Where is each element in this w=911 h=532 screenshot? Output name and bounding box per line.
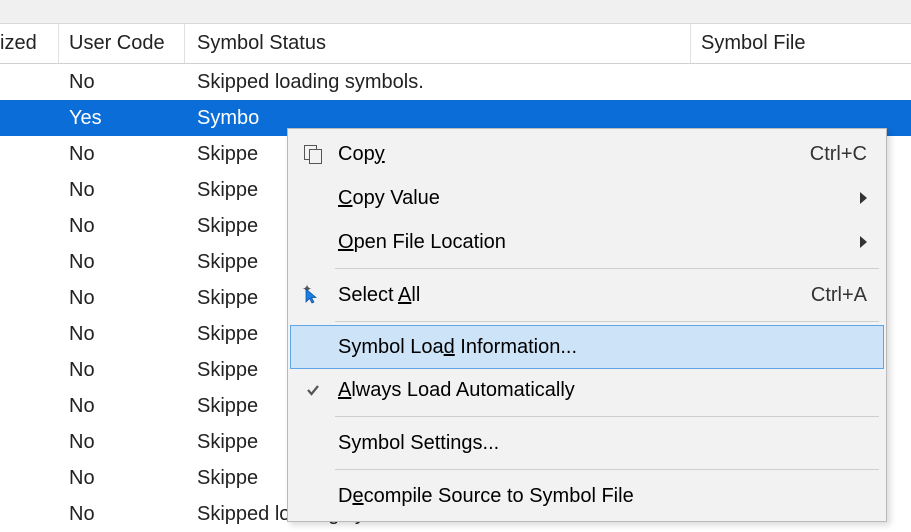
- menu-item-copy[interactable]: Copy Ctrl+C: [291, 132, 883, 176]
- cell-user-code: Yes: [59, 107, 185, 130]
- cell-user-code: No: [59, 395, 185, 418]
- chevron-right-icon: [860, 236, 867, 248]
- cell-user-code: No: [59, 251, 185, 274]
- menu-item-open-file-location[interactable]: Open File Location: [291, 220, 883, 264]
- table-row[interactable]: NoSkipped loading symbols.: [0, 64, 911, 100]
- cell-user-code: No: [59, 179, 185, 202]
- column-header-label: User Code: [69, 32, 165, 55]
- menu-separator: [335, 469, 879, 470]
- cell-user-code: No: [59, 287, 185, 310]
- menu-item-symbol-settings[interactable]: Symbol Settings...: [291, 421, 883, 465]
- menu-label: Always Load Automatically: [332, 379, 873, 402]
- menu-item-decompile-source[interactable]: Decompile Source to Symbol File: [291, 474, 883, 518]
- menu-separator: [335, 416, 879, 417]
- cell-user-code: No: [59, 467, 185, 490]
- copy-icon: [294, 145, 332, 163]
- cell-symbol-status: Skipped loading symbols.: [185, 71, 691, 94]
- cell-symbol-status: Symbo: [185, 107, 691, 130]
- menu-label: Symbol Load Information...: [332, 336, 873, 359]
- column-header-symbol-status[interactable]: Symbol Status: [185, 24, 691, 63]
- menu-label: Copy: [332, 143, 810, 166]
- cell-user-code: No: [59, 431, 185, 454]
- cell-user-code: No: [59, 503, 185, 526]
- cursor-icon: ✦: [294, 285, 332, 305]
- cell-user-code: No: [59, 143, 185, 166]
- check-icon: [294, 381, 332, 399]
- column-header-label: Symbol Status: [197, 32, 326, 55]
- column-header-ized[interactable]: ized: [0, 24, 59, 63]
- menu-label: Symbol Settings...: [332, 432, 873, 455]
- menu-item-symbol-load-information[interactable]: Symbol Load Information...: [290, 325, 884, 369]
- cell-user-code: No: [59, 323, 185, 346]
- cell-user-code: No: [59, 71, 185, 94]
- menu-label: Select All: [332, 284, 811, 307]
- chevron-right-icon: [860, 192, 867, 204]
- menu-shortcut: Ctrl+C: [810, 143, 873, 166]
- menu-label: Decompile Source to Symbol File: [332, 485, 873, 508]
- menu-separator: [335, 321, 879, 322]
- menu-label: Copy Value: [332, 187, 860, 210]
- top-band: [0, 0, 911, 24]
- menu-item-always-load-automatically[interactable]: Always Load Automatically: [291, 368, 883, 412]
- menu-separator: [335, 268, 879, 269]
- menu-item-copy-value[interactable]: Copy Value: [291, 176, 883, 220]
- menu-item-select-all[interactable]: ✦ Select All Ctrl+A: [291, 273, 883, 317]
- cell-user-code: No: [59, 215, 185, 238]
- column-header-user-code[interactable]: User Code: [59, 24, 185, 63]
- column-header-label: ized: [0, 32, 37, 55]
- table-header: ized User Code Symbol Status Symbol File: [0, 24, 911, 64]
- column-header-label: Symbol File: [701, 32, 805, 55]
- menu-label: Open File Location: [332, 231, 860, 254]
- column-header-symbol-file[interactable]: Symbol File: [691, 24, 911, 63]
- cell-user-code: No: [59, 359, 185, 382]
- menu-shortcut: Ctrl+A: [811, 284, 873, 307]
- context-menu: Copy Ctrl+C Copy Value Open File Locatio…: [287, 128, 887, 522]
